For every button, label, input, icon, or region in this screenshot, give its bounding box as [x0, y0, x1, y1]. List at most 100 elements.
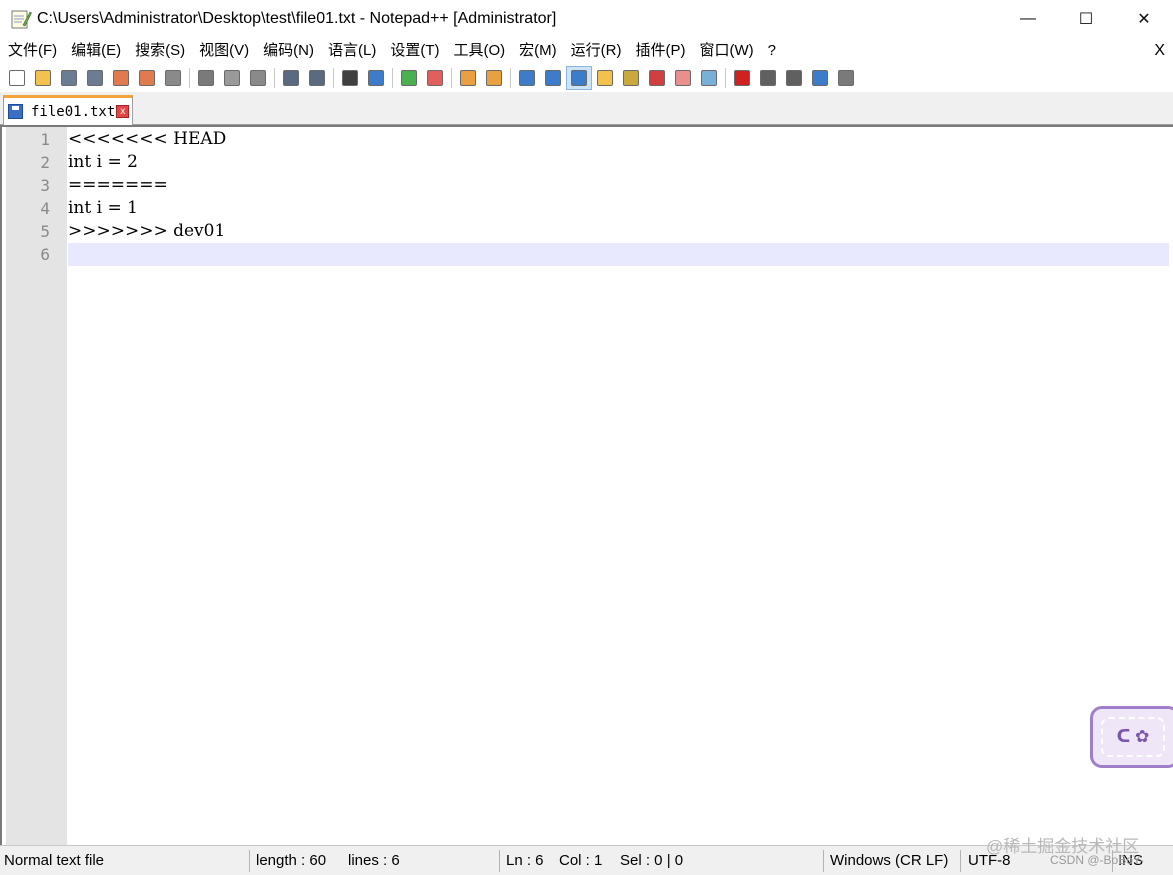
toolbar-separator	[333, 68, 334, 88]
save-button[interactable]	[56, 66, 82, 90]
copy-icon	[224, 70, 240, 86]
zoom-out-icon	[427, 70, 443, 86]
toolbar-separator	[725, 68, 726, 88]
zoom-in-button[interactable]	[396, 66, 422, 90]
redo-button[interactable]	[304, 66, 330, 90]
widget-icon: ᑕ ✿	[1101, 717, 1165, 757]
copy-button[interactable]	[219, 66, 245, 90]
save-macro-button[interactable]	[833, 66, 859, 90]
line-number: 5	[40, 222, 50, 241]
save-all-icon	[87, 70, 103, 86]
toolbar-separator	[451, 68, 452, 88]
cut-button[interactable]	[193, 66, 219, 90]
menu-item-3[interactable]: 视图(V)	[192, 38, 256, 64]
floating-widget[interactable]: ᑕ ✿	[1090, 706, 1173, 768]
code-line[interactable]: >>>>>>> dev01	[68, 220, 225, 243]
save-all-button[interactable]	[82, 66, 108, 90]
toolbar-separator	[392, 68, 393, 88]
menu-item-11[interactable]: 窗口(W)	[692, 38, 760, 64]
play-macro-button[interactable]	[781, 66, 807, 90]
menu-item-7[interactable]: 工具(O)	[446, 38, 512, 64]
menu-item-0[interactable]: 文件(F)	[0, 38, 64, 64]
zoom-in-icon	[401, 70, 417, 86]
status-ln: Ln : 6	[506, 852, 544, 869]
monitoring-icon	[701, 70, 717, 86]
run-macro-multiple-icon	[812, 70, 828, 86]
word-wrap-button[interactable]	[514, 66, 540, 90]
find-button[interactable]	[337, 66, 363, 90]
status-divider	[249, 850, 250, 872]
maximize-button[interactable]: ☐	[1057, 0, 1115, 38]
run-macro-multiple-button[interactable]	[807, 66, 833, 90]
window-title: C:\Users\Administrator\Desktop\test\file…	[37, 10, 557, 27]
paste-icon	[250, 70, 266, 86]
indent-guide-button[interactable]	[566, 66, 592, 90]
close-file-icon	[113, 70, 129, 86]
folder-as-workspace-button[interactable]	[670, 66, 696, 90]
new-file-button[interactable]	[4, 66, 30, 90]
current-line-highlight	[68, 243, 1169, 266]
monitoring-button[interactable]	[696, 66, 722, 90]
open-file-icon	[35, 70, 51, 86]
close-window-button[interactable]: ✕	[1115, 0, 1173, 38]
status-lines: lines : 6	[348, 852, 400, 869]
undo-button[interactable]	[278, 66, 304, 90]
paste-button[interactable]	[245, 66, 271, 90]
menu-item-10[interactable]: 插件(P)	[628, 38, 692, 64]
window-controls: — ☐ ✕	[999, 0, 1173, 38]
close-all-button[interactable]	[134, 66, 160, 90]
replace-button[interactable]	[363, 66, 389, 90]
menu-item-2[interactable]: 搜索(S)	[128, 38, 192, 64]
code-line[interactable]: <<<<<<< HEAD	[68, 128, 226, 151]
play-macro-icon	[786, 70, 802, 86]
indent-guide-icon	[571, 70, 587, 86]
line-number: 4	[40, 199, 50, 218]
status-sel: Sel : 0 | 0	[620, 852, 684, 869]
menu-item-4[interactable]: 编码(N)	[256, 38, 321, 64]
toolbar	[0, 64, 1173, 92]
menu-item-5[interactable]: 语言(L)	[321, 38, 383, 64]
close-file-button[interactable]	[108, 66, 134, 90]
menu-item-12[interactable]: ?	[761, 38, 783, 64]
code-line[interactable]: int i = 1	[68, 197, 138, 220]
find-icon	[342, 70, 358, 86]
tab-label: file01.txt	[31, 103, 116, 120]
sync-vertical-icon	[460, 70, 476, 86]
folder-workspace-button[interactable]	[592, 66, 618, 90]
stop-record-button[interactable]	[755, 66, 781, 90]
stop-record-icon	[760, 70, 776, 86]
minimize-button[interactable]: —	[999, 0, 1057, 38]
status-eol[interactable]: Windows (CR LF)	[830, 846, 948, 875]
show-all-chars-button[interactable]	[540, 66, 566, 90]
notepad-app-icon	[10, 8, 32, 30]
print-button[interactable]	[160, 66, 186, 90]
tab-close-button[interactable]: x	[116, 105, 130, 118]
sync-horizontal-button[interactable]	[481, 66, 507, 90]
menu-item-9[interactable]: 运行(R)	[564, 38, 629, 64]
document-map-icon	[623, 70, 639, 86]
status-divider	[823, 850, 824, 872]
menu-item-6[interactable]: 设置(T)	[383, 38, 446, 64]
function-list-button[interactable]	[644, 66, 670, 90]
record-macro-icon	[734, 70, 750, 86]
open-file-button[interactable]	[30, 66, 56, 90]
sync-vertical-button[interactable]	[455, 66, 481, 90]
print-icon	[165, 70, 181, 86]
folder-workspace-icon	[597, 70, 613, 86]
editor-area[interactable]: 1 <<<<<<< HEAD 2 int i = 2 3 ======= 4 int i = …	[0, 125, 1173, 845]
menu-close-document-button[interactable]: X	[1154, 38, 1165, 64]
tab-file01[interactable]: file01.txt x	[3, 95, 133, 125]
folder-as-workspace-icon	[675, 70, 691, 86]
show-all-chars-icon	[545, 70, 561, 86]
document-map-button[interactable]	[618, 66, 644, 90]
code-line[interactable]: =======	[68, 174, 168, 197]
menu-item-1[interactable]: 编辑(E)	[64, 38, 128, 64]
zoom-out-button[interactable]	[422, 66, 448, 90]
saved-file-icon	[8, 104, 23, 119]
line-number: 3	[40, 176, 50, 195]
menu-item-8[interactable]: 宏(M)	[512, 38, 564, 64]
status-col: Col : 1	[559, 852, 603, 869]
record-macro-button[interactable]	[729, 66, 755, 90]
code-line[interactable]: int i = 2	[68, 151, 138, 174]
status-file-type: Normal text file	[4, 852, 105, 869]
